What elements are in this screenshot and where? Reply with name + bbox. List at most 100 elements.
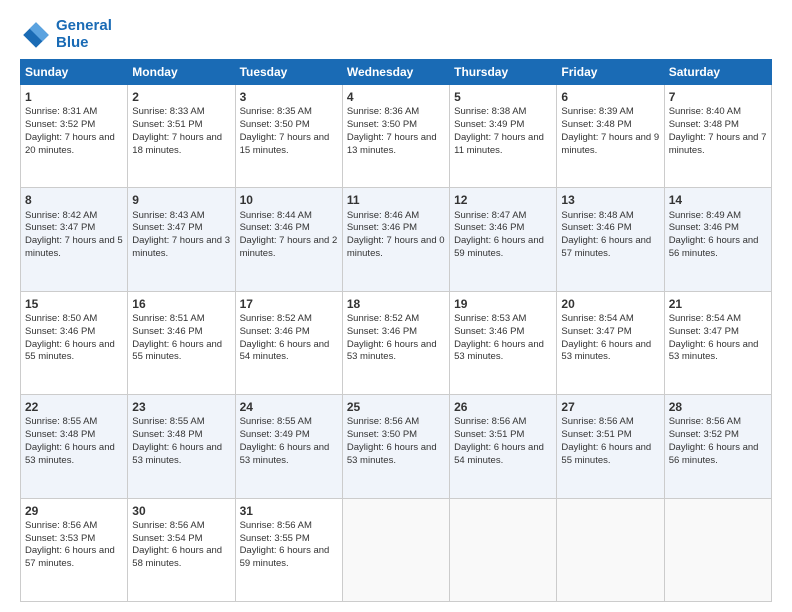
day-number: 21 bbox=[669, 296, 767, 312]
day-number: 29 bbox=[25, 503, 123, 519]
calendar-week-row: 29Sunrise: 8:56 AMSunset: 3:53 PMDayligh… bbox=[21, 498, 772, 601]
daylight-text: Daylight: 6 hours and 54 minutes. bbox=[454, 442, 552, 468]
daylight-text: Daylight: 6 hours and 53 minutes. bbox=[132, 442, 230, 468]
sunset-text: Sunset: 3:49 PM bbox=[454, 119, 552, 132]
calendar-cell: 24Sunrise: 8:55 AMSunset: 3:49 PMDayligh… bbox=[235, 395, 342, 498]
sunset-text: Sunset: 3:46 PM bbox=[240, 222, 338, 235]
day-number: 22 bbox=[25, 399, 123, 415]
daylight-text: Daylight: 6 hours and 53 minutes. bbox=[454, 339, 552, 365]
calendar-cell: 7Sunrise: 8:40 AMSunset: 3:48 PMDaylight… bbox=[664, 85, 771, 188]
sunset-text: Sunset: 3:46 PM bbox=[347, 326, 445, 339]
sunset-text: Sunset: 3:47 PM bbox=[561, 326, 659, 339]
sunrise-text: Sunrise: 8:49 AM bbox=[669, 210, 767, 223]
daylight-text: Daylight: 6 hours and 59 minutes. bbox=[454, 235, 552, 261]
sunset-text: Sunset: 3:49 PM bbox=[240, 429, 338, 442]
weekday-header: Wednesday bbox=[342, 60, 449, 85]
calendar-cell: 3Sunrise: 8:35 AMSunset: 3:50 PMDaylight… bbox=[235, 85, 342, 188]
sunrise-text: Sunrise: 8:38 AM bbox=[454, 106, 552, 119]
sunset-text: Sunset: 3:46 PM bbox=[240, 326, 338, 339]
sunset-text: Sunset: 3:50 PM bbox=[240, 119, 338, 132]
daylight-text: Daylight: 6 hours and 54 minutes. bbox=[240, 339, 338, 365]
day-number: 20 bbox=[561, 296, 659, 312]
calendar-cell: 18Sunrise: 8:52 AMSunset: 3:46 PMDayligh… bbox=[342, 291, 449, 394]
sunrise-text: Sunrise: 8:55 AM bbox=[240, 416, 338, 429]
day-number: 14 bbox=[669, 192, 767, 208]
daylight-text: Daylight: 6 hours and 53 minutes. bbox=[347, 442, 445, 468]
daylight-text: Daylight: 7 hours and 11 minutes. bbox=[454, 132, 552, 158]
sunset-text: Sunset: 3:52 PM bbox=[25, 119, 123, 132]
daylight-text: Daylight: 6 hours and 57 minutes. bbox=[561, 235, 659, 261]
day-number: 15 bbox=[25, 296, 123, 312]
daylight-text: Daylight: 6 hours and 53 minutes. bbox=[561, 339, 659, 365]
day-number: 3 bbox=[240, 89, 338, 105]
calendar-cell bbox=[664, 498, 771, 601]
sunset-text: Sunset: 3:53 PM bbox=[25, 533, 123, 546]
sunset-text: Sunset: 3:47 PM bbox=[132, 222, 230, 235]
sunrise-text: Sunrise: 8:54 AM bbox=[669, 313, 767, 326]
sunset-text: Sunset: 3:50 PM bbox=[347, 119, 445, 132]
sunset-text: Sunset: 3:48 PM bbox=[25, 429, 123, 442]
daylight-text: Daylight: 6 hours and 53 minutes. bbox=[240, 442, 338, 468]
day-number: 4 bbox=[347, 89, 445, 105]
day-number: 9 bbox=[132, 192, 230, 208]
day-number: 1 bbox=[25, 89, 123, 105]
daylight-text: Daylight: 6 hours and 53 minutes. bbox=[347, 339, 445, 365]
logo-icon bbox=[20, 19, 52, 51]
calendar-cell: 26Sunrise: 8:56 AMSunset: 3:51 PMDayligh… bbox=[450, 395, 557, 498]
sunrise-text: Sunrise: 8:55 AM bbox=[25, 416, 123, 429]
sunrise-text: Sunrise: 8:54 AM bbox=[561, 313, 659, 326]
calendar-cell: 25Sunrise: 8:56 AMSunset: 3:50 PMDayligh… bbox=[342, 395, 449, 498]
daylight-text: Daylight: 6 hours and 56 minutes. bbox=[669, 235, 767, 261]
sunrise-text: Sunrise: 8:36 AM bbox=[347, 106, 445, 119]
sunset-text: Sunset: 3:51 PM bbox=[132, 119, 230, 132]
daylight-text: Daylight: 7 hours and 13 minutes. bbox=[347, 132, 445, 158]
calendar-cell: 8Sunrise: 8:42 AMSunset: 3:47 PMDaylight… bbox=[21, 188, 128, 291]
calendar-cell bbox=[342, 498, 449, 601]
calendar-week-row: 22Sunrise: 8:55 AMSunset: 3:48 PMDayligh… bbox=[21, 395, 772, 498]
daylight-text: Daylight: 7 hours and 18 minutes. bbox=[132, 132, 230, 158]
sunset-text: Sunset: 3:51 PM bbox=[454, 429, 552, 442]
sunrise-text: Sunrise: 8:39 AM bbox=[561, 106, 659, 119]
calendar-cell: 13Sunrise: 8:48 AMSunset: 3:46 PMDayligh… bbox=[557, 188, 664, 291]
day-number: 25 bbox=[347, 399, 445, 415]
sunrise-text: Sunrise: 8:56 AM bbox=[132, 520, 230, 533]
day-number: 19 bbox=[454, 296, 552, 312]
sunset-text: Sunset: 3:55 PM bbox=[240, 533, 338, 546]
sunset-text: Sunset: 3:48 PM bbox=[669, 119, 767, 132]
sunset-text: Sunset: 3:46 PM bbox=[561, 222, 659, 235]
weekday-header-row: SundayMondayTuesdayWednesdayThursdayFrid… bbox=[21, 60, 772, 85]
sunrise-text: Sunrise: 8:50 AM bbox=[25, 313, 123, 326]
sunrise-text: Sunrise: 8:56 AM bbox=[669, 416, 767, 429]
sunrise-text: Sunrise: 8:40 AM bbox=[669, 106, 767, 119]
weekday-header: Sunday bbox=[21, 60, 128, 85]
calendar: SundayMondayTuesdayWednesdayThursdayFrid… bbox=[20, 59, 772, 602]
calendar-cell: 29Sunrise: 8:56 AMSunset: 3:53 PMDayligh… bbox=[21, 498, 128, 601]
daylight-text: Daylight: 6 hours and 53 minutes. bbox=[25, 442, 123, 468]
day-number: 23 bbox=[132, 399, 230, 415]
daylight-text: Daylight: 7 hours and 5 minutes. bbox=[25, 235, 123, 261]
calendar-cell: 9Sunrise: 8:43 AMSunset: 3:47 PMDaylight… bbox=[128, 188, 235, 291]
sunset-text: Sunset: 3:46 PM bbox=[132, 326, 230, 339]
sunset-text: Sunset: 3:48 PM bbox=[561, 119, 659, 132]
sunset-text: Sunset: 3:46 PM bbox=[454, 326, 552, 339]
sunrise-text: Sunrise: 8:51 AM bbox=[132, 313, 230, 326]
day-number: 26 bbox=[454, 399, 552, 415]
sunset-text: Sunset: 3:46 PM bbox=[25, 326, 123, 339]
daylight-text: Daylight: 6 hours and 53 minutes. bbox=[669, 339, 767, 365]
day-number: 10 bbox=[240, 192, 338, 208]
logo-text: General Blue bbox=[56, 18, 112, 51]
day-number: 28 bbox=[669, 399, 767, 415]
sunset-text: Sunset: 3:50 PM bbox=[347, 429, 445, 442]
sunrise-text: Sunrise: 8:56 AM bbox=[240, 520, 338, 533]
sunset-text: Sunset: 3:46 PM bbox=[347, 222, 445, 235]
calendar-cell: 23Sunrise: 8:55 AMSunset: 3:48 PMDayligh… bbox=[128, 395, 235, 498]
calendar-cell: 30Sunrise: 8:56 AMSunset: 3:54 PMDayligh… bbox=[128, 498, 235, 601]
calendar-cell: 12Sunrise: 8:47 AMSunset: 3:46 PMDayligh… bbox=[450, 188, 557, 291]
calendar-cell: 11Sunrise: 8:46 AMSunset: 3:46 PMDayligh… bbox=[342, 188, 449, 291]
calendar-body: 1Sunrise: 8:31 AMSunset: 3:52 PMDaylight… bbox=[21, 85, 772, 602]
day-number: 31 bbox=[240, 503, 338, 519]
daylight-text: Daylight: 7 hours and 0 minutes. bbox=[347, 235, 445, 261]
calendar-week-row: 15Sunrise: 8:50 AMSunset: 3:46 PMDayligh… bbox=[21, 291, 772, 394]
daylight-text: Daylight: 7 hours and 15 minutes. bbox=[240, 132, 338, 158]
day-number: 24 bbox=[240, 399, 338, 415]
